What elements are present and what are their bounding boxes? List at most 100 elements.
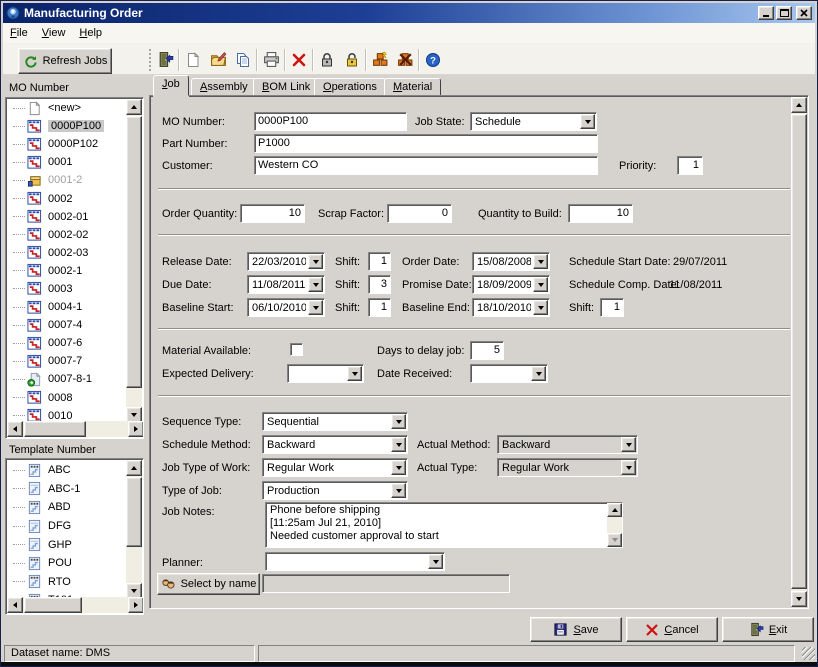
chevron-down-icon[interactable] [391, 414, 406, 429]
template-item[interactable]: DFG [7, 517, 127, 536]
chevron-down-icon[interactable] [308, 277, 323, 292]
mo-vscrollbar[interactable] [126, 99, 142, 423]
order-date-picker[interactable]: 15/08/2008 [472, 252, 550, 271]
priority-field[interactable]: 1 [677, 156, 703, 175]
scroll-left-button[interactable] [7, 597, 23, 613]
template-item[interactable]: ABC [7, 461, 127, 480]
chevron-down-icon[interactable] [308, 300, 323, 315]
help-icon[interactable] [421, 48, 445, 72]
mo-item[interactable]: 0007-4 [7, 316, 127, 334]
promise-date-picker[interactable]: 18/09/2009 [472, 275, 550, 294]
date-received-picker[interactable] [470, 364, 548, 383]
sequence-type-select[interactable]: Sequential [262, 412, 408, 431]
mo-item[interactable]: 0002-01 [7, 208, 127, 226]
mo-item[interactable]: 0000P100 [7, 117, 127, 135]
mo-item[interactable]: 0008 [7, 389, 127, 407]
template-vscrollbar[interactable] [126, 460, 142, 599]
chevron-down-icon[interactable] [533, 277, 548, 292]
copy-jobs-icon[interactable] [368, 48, 392, 72]
due-date-picker[interactable]: 11/08/2011 [247, 275, 325, 294]
mo-item[interactable]: 0007-8-1 [7, 370, 127, 388]
scroll-thumb[interactable] [791, 114, 807, 589]
actual-type-select[interactable]: Regular Work [497, 458, 638, 477]
refresh-jobs-button[interactable]: Refresh Jobs [18, 48, 112, 74]
chevron-down-icon[interactable] [531, 366, 546, 381]
job-state-select[interactable]: Schedule [470, 112, 597, 131]
mo-item[interactable]: 0002-1 [7, 262, 127, 280]
chevron-down-icon[interactable] [308, 254, 323, 269]
template-item[interactable]: ABC-1 [7, 480, 127, 499]
unlock-icon[interactable] [340, 48, 364, 72]
resize-grip[interactable] [802, 647, 815, 660]
scroll-thumb[interactable] [126, 116, 142, 388]
chevron-down-icon[interactable] [391, 460, 406, 475]
form-vscrollbar[interactable] [791, 97, 807, 607]
scroll-down-button[interactable] [791, 591, 807, 607]
scrap-factor-field[interactable]: 0 [387, 204, 452, 223]
mo-item[interactable]: 0002-02 [7, 226, 127, 244]
job-type-of-work-select[interactable]: Regular Work [262, 458, 408, 477]
exit-button[interactable]: Exit [722, 617, 814, 642]
chevron-down-icon[interactable] [391, 437, 406, 452]
template-hscrollbar[interactable] [7, 597, 144, 613]
mo-item[interactable]: 0007-6 [7, 334, 127, 352]
new-document-icon[interactable] [181, 48, 205, 72]
scroll-thumb[interactable] [24, 597, 82, 613]
tab-material[interactable]: Material [384, 78, 441, 96]
release-shift-field[interactable]: 1 [368, 252, 391, 271]
tab-operations[interactable]: Operations [314, 78, 386, 96]
mo-item[interactable]: 0003 [7, 280, 127, 298]
customer-field[interactable]: Western CO [254, 156, 598, 175]
mo-item[interactable]: 0001 [7, 153, 127, 171]
exit-door-icon[interactable] [153, 48, 177, 72]
maximize-button[interactable] [776, 6, 792, 20]
scroll-thumb[interactable] [126, 477, 142, 547]
chevron-down-icon[interactable] [347, 366, 362, 381]
notes-scrollbar[interactable] [607, 503, 622, 547]
template-item[interactable]: POU [7, 554, 127, 573]
tab-bom-link[interactable]: BOM Link [253, 78, 319, 96]
baseline-start-picker[interactable]: 06/10/2010 [247, 298, 325, 317]
close-button[interactable] [796, 6, 812, 20]
type-of-job-select[interactable]: Production [262, 481, 408, 500]
actual-method-select[interactable]: Backward [497, 435, 638, 454]
lock-icon[interactable] [315, 48, 339, 72]
menu-file[interactable]: File [3, 24, 35, 42]
scroll-thumb[interactable] [24, 421, 86, 437]
copy-icon[interactable] [231, 48, 255, 72]
mo-item[interactable]: 0007-7 [7, 352, 127, 370]
mo-item[interactable]: 0010 [7, 407, 127, 422]
baseline-end-picker[interactable]: 18/10/2010 [472, 298, 550, 317]
minimize-button[interactable] [758, 6, 774, 20]
mo-hscrollbar[interactable] [7, 421, 144, 437]
days-to-delay-field[interactable]: 5 [470, 341, 504, 360]
scroll-right-button[interactable] [128, 597, 144, 613]
scroll-up-button[interactable] [607, 503, 622, 517]
schedule-method-select[interactable]: Backward [262, 435, 408, 454]
job-notes-textarea[interactable]: Phone before shipping [11:25am Jul 21, 2… [265, 502, 623, 548]
tab-job[interactable]: Job [153, 75, 189, 96]
chevron-down-icon[interactable] [580, 114, 595, 129]
mo-item[interactable]: 0002 [7, 189, 127, 207]
scroll-up-button[interactable] [791, 97, 807, 113]
chevron-down-icon[interactable] [533, 254, 548, 269]
print-icon[interactable] [259, 48, 283, 72]
select-by-name-button[interactable]: Select by name [157, 573, 260, 595]
mo-number-field[interactable]: 0000P100 [254, 112, 407, 131]
schedule-shift-field[interactable]: 1 [600, 298, 624, 317]
menu-view[interactable]: View [35, 24, 73, 42]
chevron-down-icon[interactable] [621, 437, 636, 452]
scroll-up-button[interactable] [126, 460, 142, 476]
template-item[interactable]: ABD [7, 498, 127, 517]
due-shift-field[interactable]: 3 [368, 275, 391, 294]
template-item[interactable]: RTO [7, 573, 127, 592]
cancel-button[interactable]: Cancel [626, 617, 718, 642]
expected-delivery-picker[interactable] [287, 364, 364, 383]
title-bar[interactable]: Manufacturing Order [3, 3, 815, 23]
delete-jobs-icon[interactable] [393, 48, 417, 72]
scroll-down-button[interactable] [607, 533, 622, 547]
scroll-right-button[interactable] [128, 421, 144, 437]
delete-icon[interactable] [287, 48, 311, 72]
edit-icon[interactable] [206, 48, 230, 72]
order-quantity-field[interactable]: 10 [240, 204, 305, 223]
